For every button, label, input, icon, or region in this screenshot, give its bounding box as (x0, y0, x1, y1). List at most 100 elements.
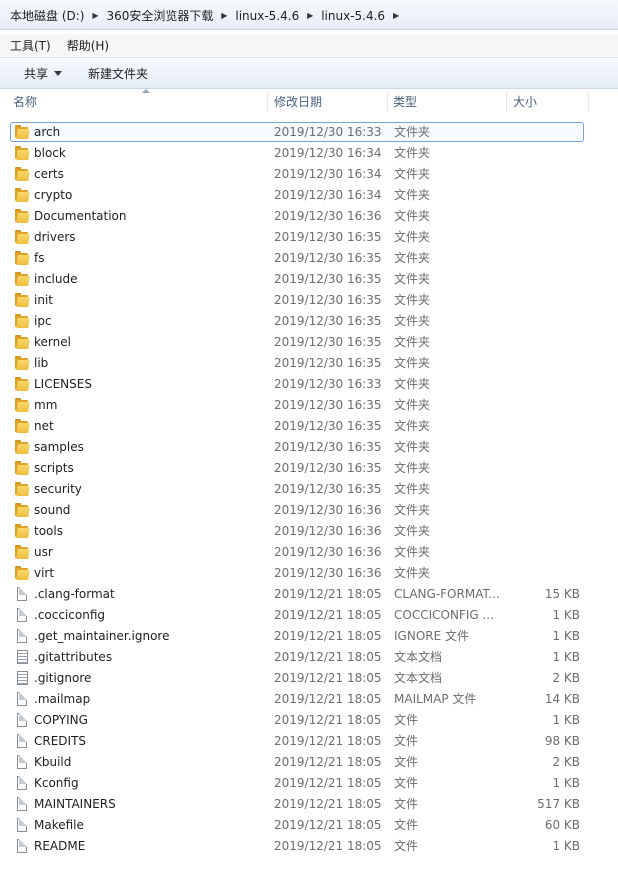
file-row[interactable]: arch 2019/12/30 16:33 文件夹 (0, 122, 618, 143)
breadcrumb-linux-outer[interactable]: linux-5.4.6 (233, 9, 301, 23)
file-row[interactable]: CREDITS 2019/12/21 18:05 文件 98 KB (0, 731, 618, 752)
file-row[interactable]: mm 2019/12/30 16:35 文件夹 (0, 395, 618, 416)
file-type: 文件 (394, 734, 419, 748)
file-size (508, 269, 580, 290)
file-row[interactable]: lib 2019/12/30 16:35 文件夹 (0, 353, 618, 374)
share-button[interactable]: 共享 (14, 62, 72, 85)
file-row[interactable]: tools 2019/12/30 16:36 文件夹 (0, 521, 618, 542)
file-type: 文件 (394, 818, 419, 832)
file-row[interactable]: usr 2019/12/30 16:36 文件夹 (0, 542, 618, 563)
file-size (508, 332, 580, 353)
file-size (508, 185, 580, 206)
file-icon (14, 839, 30, 854)
chevron-right-icon[interactable]: ▶ (86, 11, 104, 20)
file-icon-cell (14, 626, 30, 647)
file-row[interactable]: .gitignore 2019/12/21 18:05 文本文档 2 KB (0, 668, 618, 689)
file-row[interactable]: Documentation 2019/12/30 16:36 文件夹 (0, 206, 618, 227)
column-header-size[interactable]: 大小 (509, 89, 589, 115)
file-size: 1 KB (552, 713, 580, 727)
column-header-date[interactable]: 修改日期 (270, 89, 388, 115)
file-row[interactable]: fs 2019/12/30 16:35 文件夹 (0, 248, 618, 269)
column-divider[interactable] (267, 92, 268, 112)
file-name: samples (34, 440, 84, 454)
file-row[interactable]: kernel 2019/12/30 16:35 文件夹 (0, 332, 618, 353)
file-row[interactable]: init 2019/12/30 16:35 文件夹 (0, 290, 618, 311)
file-size (508, 458, 580, 479)
file-name: .gitattributes (34, 650, 113, 664)
file-icon-cell (14, 794, 30, 815)
file-name: .gitignore (34, 671, 92, 685)
file-row[interactable]: MAINTAINERS 2019/12/21 18:05 文件 517 KB (0, 794, 618, 815)
file-name: scripts (34, 461, 74, 475)
file-row[interactable]: security 2019/12/30 16:35 文件夹 (0, 479, 618, 500)
file-row[interactable]: drivers 2019/12/30 16:35 文件夹 (0, 227, 618, 248)
file-row[interactable]: scripts 2019/12/30 16:35 文件夹 (0, 458, 618, 479)
folder-icon (14, 356, 30, 371)
file-row[interactable]: virt 2019/12/30 16:36 文件夹 (0, 563, 618, 584)
file-row[interactable]: README 2019/12/21 18:05 文件 1 KB (0, 836, 618, 857)
file-size (508, 542, 580, 563)
file-icon-cell (14, 269, 30, 290)
file-modified-date: 2019/12/21 18:05 (274, 755, 382, 769)
file-row[interactable]: Makefile 2019/12/21 18:05 文件 60 KB (0, 815, 618, 836)
text-file-icon (14, 671, 30, 686)
folder-icon (14, 419, 30, 434)
file-icon (14, 629, 30, 644)
file-icon (14, 608, 30, 623)
file-size: 1 KB (552, 608, 580, 622)
file-name: security (34, 482, 82, 496)
file-row[interactable]: net 2019/12/30 16:35 文件夹 (0, 416, 618, 437)
menu-help[interactable]: 帮助(H) (59, 37, 117, 54)
file-modified-date: 2019/12/30 16:34 (274, 146, 382, 160)
new-folder-button[interactable]: 新建文件夹 (78, 62, 158, 85)
file-icon-cell (14, 458, 30, 479)
folder-icon (14, 398, 30, 413)
file-row[interactable]: .cocciconfig 2019/12/21 18:05 COCCICONFIG … (0, 605, 618, 626)
column-divider[interactable] (387, 92, 388, 112)
share-button-label: 共享 (24, 66, 49, 81)
file-row[interactable]: ipc 2019/12/30 16:35 文件夹 (0, 311, 618, 332)
column-divider[interactable] (506, 92, 507, 112)
chevron-right-icon[interactable]: ▶ (215, 11, 233, 20)
file-icon-cell (14, 731, 30, 752)
chevron-right-icon[interactable]: ▶ (387, 11, 405, 20)
file-icon-cell (14, 311, 30, 332)
column-header-size-label: 大小 (513, 95, 538, 109)
file-row[interactable]: include 2019/12/30 16:35 文件夹 (0, 269, 618, 290)
file-icon-cell (14, 773, 30, 794)
breadcrumb-download-folder[interactable]: 360安全浏览器下载 (104, 7, 215, 24)
address-bar[interactable]: 本地磁盘 (D:) ▶ 360安全浏览器下载 ▶ linux-5.4.6 ▶ l… (0, 0, 618, 30)
column-header-name[interactable]: 名称 (9, 89, 268, 115)
file-icon-cell (14, 710, 30, 731)
breadcrumb-linux-inner[interactable]: linux-5.4.6 (319, 9, 387, 23)
file-row[interactable]: sound 2019/12/30 16:36 文件夹 (0, 500, 618, 521)
file-name: mm (34, 398, 58, 412)
file-row[interactable]: .gitattributes 2019/12/21 18:05 文本文档 1 KB (0, 647, 618, 668)
menu-tools[interactable]: 工具(T) (0, 37, 59, 54)
breadcrumb-drive[interactable]: 本地磁盘 (D:) (8, 7, 86, 24)
file-size: 1 KB (552, 839, 580, 853)
file-row[interactable]: samples 2019/12/30 16:35 文件夹 (0, 437, 618, 458)
column-header-type-label: 类型 (393, 95, 418, 109)
file-row[interactable]: Kbuild 2019/12/21 18:05 文件 2 KB (0, 752, 618, 773)
file-row[interactable]: .mailmap 2019/12/21 18:05 MAILMAP 文件 14 KB (0, 689, 618, 710)
file-row[interactable]: .clang-format 2019/12/21 18:05 CLANG-FORMA… (0, 584, 618, 605)
file-row[interactable]: certs 2019/12/30 16:34 文件夹 (0, 164, 618, 185)
file-size (508, 563, 580, 584)
file-icon-cell (14, 584, 30, 605)
file-name: net (34, 419, 54, 433)
column-header-type[interactable]: 类型 (389, 89, 507, 115)
file-row[interactable]: crypto 2019/12/30 16:34 文件夹 (0, 185, 618, 206)
file-modified-date: 2019/12/30 16:35 (274, 419, 382, 433)
file-type: 文件夹 (394, 146, 431, 160)
chevron-right-icon[interactable]: ▶ (301, 11, 319, 20)
file-row[interactable]: Kconfig 2019/12/21 18:05 文件 1 KB (0, 773, 618, 794)
file-row[interactable]: .get_maintainer.ignore 2019/12/21 18:05 IG… (0, 626, 618, 647)
file-row[interactable]: LICENSES 2019/12/30 16:33 文件夹 (0, 374, 618, 395)
file-size (508, 290, 580, 311)
column-divider[interactable] (588, 92, 589, 112)
file-row[interactable]: COPYING 2019/12/21 18:05 文件 1 KB (0, 710, 618, 731)
file-row[interactable]: block 2019/12/30 16:34 文件夹 (0, 143, 618, 164)
folder-icon (14, 293, 30, 308)
file-icon (14, 797, 30, 812)
